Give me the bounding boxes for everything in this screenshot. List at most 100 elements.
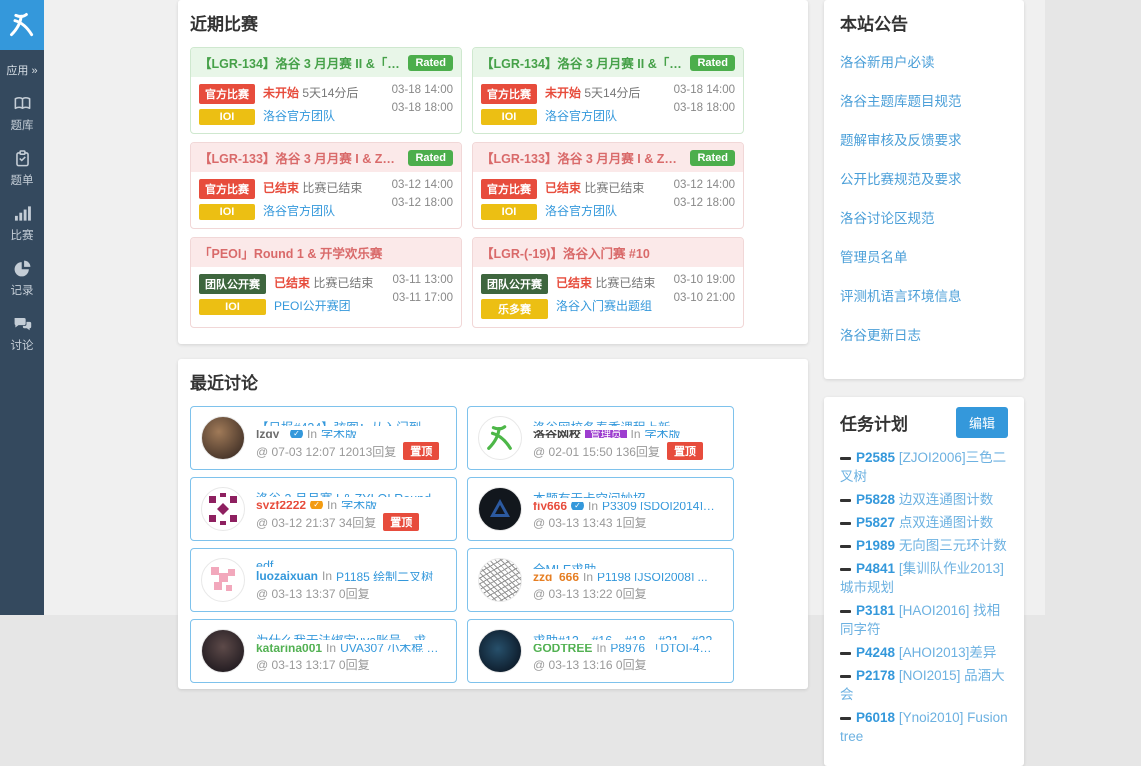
username-link[interactable]: 洛谷网校: [533, 430, 581, 438]
discussion-card[interactable]: 【日报#434】弦图：从入门到入入... lzqy_ In 学术版 @ 07-0…: [190, 406, 457, 470]
pinned-badge: 置顶: [403, 442, 439, 460]
announcement-link[interactable]: 洛谷主题库题目规范: [840, 90, 1008, 110]
sidebar-item-label: 比赛: [11, 227, 34, 243]
avatar[interactable]: [201, 629, 245, 673]
avatar[interactable]: [478, 487, 522, 531]
forum-link[interactable]: P8976 「DTOI-4」排...: [610, 644, 723, 653]
pinned-badge: 置顶: [667, 442, 703, 460]
contest-title-link[interactable]: 【LGR-134】洛谷 3 月月赛 II &「GLR ...: [199, 53, 402, 72]
contest-organizer-link[interactable]: 洛谷入门赛出题组: [556, 297, 666, 314]
sidebar-item-problem-lists[interactable]: 题单: [0, 149, 44, 188]
problem-id-link[interactable]: P5827: [856, 515, 895, 530]
sidebar-item-label: 题库: [11, 117, 34, 133]
contest-title-link[interactable]: 【LGR-133】洛谷 3 月月赛 I & ZYLOI ...: [481, 148, 684, 167]
discussion-title-link[interactable]: 全MLE求助: [533, 559, 723, 569]
contest-card-header: 【LGR-133】洛谷 3 月月赛 I & ZYLOI ... Rated: [191, 143, 461, 172]
announcement-link[interactable]: 评测机语言环境信息: [840, 285, 1008, 305]
problem-id-link[interactable]: P6018: [856, 710, 895, 725]
forum-link[interactable]: P1198 [JSOI2008] ...: [597, 573, 708, 581]
contest-times: 03-18 14:00 03-18 18:00: [392, 84, 453, 125]
discussion-card[interactable]: 为什么我无法绑定uva账号，求佬... katarina001 In UVA30…: [190, 619, 457, 683]
problem-id-link[interactable]: P2178: [856, 668, 895, 683]
avatar[interactable]: [478, 416, 522, 460]
username-link[interactable]: katarina001: [256, 644, 322, 653]
discussion-title-link[interactable]: 本题有无卡空间妙招: [533, 488, 723, 498]
contest-organizer-link[interactable]: 洛谷官方团队: [263, 202, 384, 219]
contest-card[interactable]: 「PEOI」Round 1 & 开学欢乐赛 团队公开赛 IOI 已结束 比赛已结…: [190, 237, 462, 328]
edit-button[interactable]: 编辑: [956, 407, 1008, 438]
announcement-link[interactable]: 公开比赛规范及要求: [840, 168, 1008, 188]
discussion-title-link[interactable]: 洛谷网校冬春季课程上新: [533, 417, 723, 426]
username-link[interactable]: GODTREE: [533, 644, 592, 653]
discussion-title-link[interactable]: 洛谷 3 月月赛 I & ZYLOI Round...: [256, 488, 446, 497]
contest-card[interactable]: 【LGR-134】洛谷 3 月月赛 II &「GLR-... Rated 官方比…: [472, 47, 744, 134]
discussion-title-link[interactable]: edf: [256, 559, 446, 567]
contest-end-time: 03-12 18:00: [392, 197, 453, 209]
problem-name-link[interactable]: 点双连通图计数: [899, 515, 994, 530]
contest-organizer-link[interactable]: 洛谷官方团队: [545, 107, 666, 124]
contest-card[interactable]: 【LGR-133】洛谷 3 月月赛 I & ZYLOI ... Rated 官方…: [472, 142, 744, 229]
avatar[interactable]: [478, 629, 522, 673]
discussion-card[interactable]: 洛谷网校冬春季课程上新 洛谷网校 管理员 In 学术版 @ 02-01 15:5…: [467, 406, 734, 470]
forum-link[interactable]: 学术版: [321, 430, 357, 438]
contest-title-link[interactable]: 「PEOI」Round 1 & 开学欢乐赛: [199, 243, 453, 262]
contest-card[interactable]: 【LGR-133】洛谷 3 月月赛 I & ZYLOI ... Rated 官方…: [190, 142, 462, 229]
problem-id-link[interactable]: P4248: [856, 645, 895, 660]
pie-chart-icon: [13, 259, 32, 278]
problem-id-link[interactable]: P4841: [856, 561, 895, 576]
avatar[interactable]: [201, 487, 245, 531]
sidebar-item-records[interactable]: 记录: [0, 259, 44, 298]
discussion-card[interactable]: edf luozaixuan In P1185 绘制二叉树 @ 03-13 13…: [190, 548, 457, 612]
username-link[interactable]: syzf2222: [256, 501, 306, 509]
username-link[interactable]: luozaixuan: [256, 571, 318, 581]
problem-id-link[interactable]: P5828: [856, 492, 895, 507]
discussion-title-link[interactable]: 为什么我无法绑定uva账号，求佬...: [256, 630, 446, 640]
announcement-link[interactable]: 洛谷更新日志: [840, 324, 1008, 344]
contest-organizer-link[interactable]: PEOI公开赛团: [274, 297, 384, 314]
announcement-link[interactable]: 题解审核及反馈要求: [840, 129, 1008, 149]
contest-organizer-link[interactable]: 洛谷官方团队: [263, 107, 384, 124]
contest-times: 03-11 13:00 03-11 17:00: [392, 274, 453, 315]
problem-name-link[interactable]: 无向图三元环计数: [899, 538, 1007, 553]
luogu-logo[interactable]: [0, 0, 44, 50]
discussion-card[interactable]: 洛谷 3 月月赛 I & ZYLOI Round... syzf2222 In …: [190, 477, 457, 541]
dash-icon: [840, 610, 851, 613]
contest-title-link[interactable]: 【LGR-133】洛谷 3 月月赛 I & ZYLOI ...: [199, 148, 402, 167]
contest-times: 03-12 14:00 03-12 18:00: [392, 179, 453, 220]
apps-expander[interactable]: 应用 »: [0, 50, 44, 78]
contest-card-header: 【LGR-134】洛谷 3 月月赛 II &「GLR ... Rated: [191, 48, 461, 77]
forum-link[interactable]: 学术版: [645, 430, 681, 438]
username-link[interactable]: lzqy_: [256, 430, 286, 438]
problem-id-link[interactable]: P3181: [856, 603, 895, 618]
avatar[interactable]: [201, 558, 245, 602]
announcement-link[interactable]: 洛谷讨论区规范: [840, 207, 1008, 227]
sidebar-item-discussions[interactable]: 讨论: [0, 314, 44, 353]
problem-name-link[interactable]: 边双连通图计数: [899, 492, 994, 507]
discussion-card[interactable]: 本题有无卡空间妙招 fjy666 In P3309 [SDOI2014]向...…: [467, 477, 734, 541]
contest-title-link[interactable]: 【LGR-134】洛谷 3 月月赛 II &「GLR-...: [481, 53, 684, 72]
sidebar-item-problems[interactable]: 题库: [0, 94, 44, 133]
problem-id-link[interactable]: P2585: [856, 450, 895, 465]
problem-id-link[interactable]: P1989: [856, 538, 895, 553]
announcement-link[interactable]: 管理员名单: [840, 246, 1008, 266]
discussion-title-link[interactable]: 【日报#434】弦图：从入门到入入...: [256, 417, 446, 426]
discussion-title-link[interactable]: 求助#12，#16，#18，#21，#22: [533, 630, 723, 640]
avatar[interactable]: [201, 416, 245, 460]
discussion-card[interactable]: 全MLE求助 zzq_666 In P1198 [JSOI2008] ... @…: [467, 548, 734, 612]
contest-title-link[interactable]: 【LGR-(-19)】洛谷入门赛 #10: [481, 243, 735, 262]
discussion-timestamp: @ 02-01 15:50 136回复: [533, 443, 660, 460]
forum-link[interactable]: UVA307 小木棍 Sti...: [340, 644, 446, 653]
problem-name-link[interactable]: [AHOI2013]差异: [899, 645, 997, 660]
contest-organizer-link[interactable]: 洛谷官方团队: [545, 202, 666, 219]
sidebar-item-contests[interactable]: 比赛: [0, 204, 44, 243]
discussion-card[interactable]: 求助#12，#16，#18，#21，#22 GODTREE In P8976 「…: [467, 619, 734, 683]
avatar[interactable]: [478, 558, 522, 602]
username-link[interactable]: fjy666: [533, 502, 567, 511]
forum-link[interactable]: P1185 绘制二叉树: [336, 571, 433, 581]
username-link[interactable]: zzq_666: [533, 573, 579, 581]
forum-link[interactable]: P3309 [SDOI2014]向...: [602, 502, 723, 511]
announcement-link[interactable]: 洛谷新用户必读: [840, 51, 1008, 71]
contest-card[interactable]: 【LGR-134】洛谷 3 月月赛 II &「GLR ... Rated 官方比…: [190, 47, 462, 134]
forum-link[interactable]: 学术版: [341, 501, 377, 509]
contest-card[interactable]: 【LGR-(-19)】洛谷入门赛 #10 团队公开赛 乐多赛 已结束 比赛已结束…: [472, 237, 744, 328]
